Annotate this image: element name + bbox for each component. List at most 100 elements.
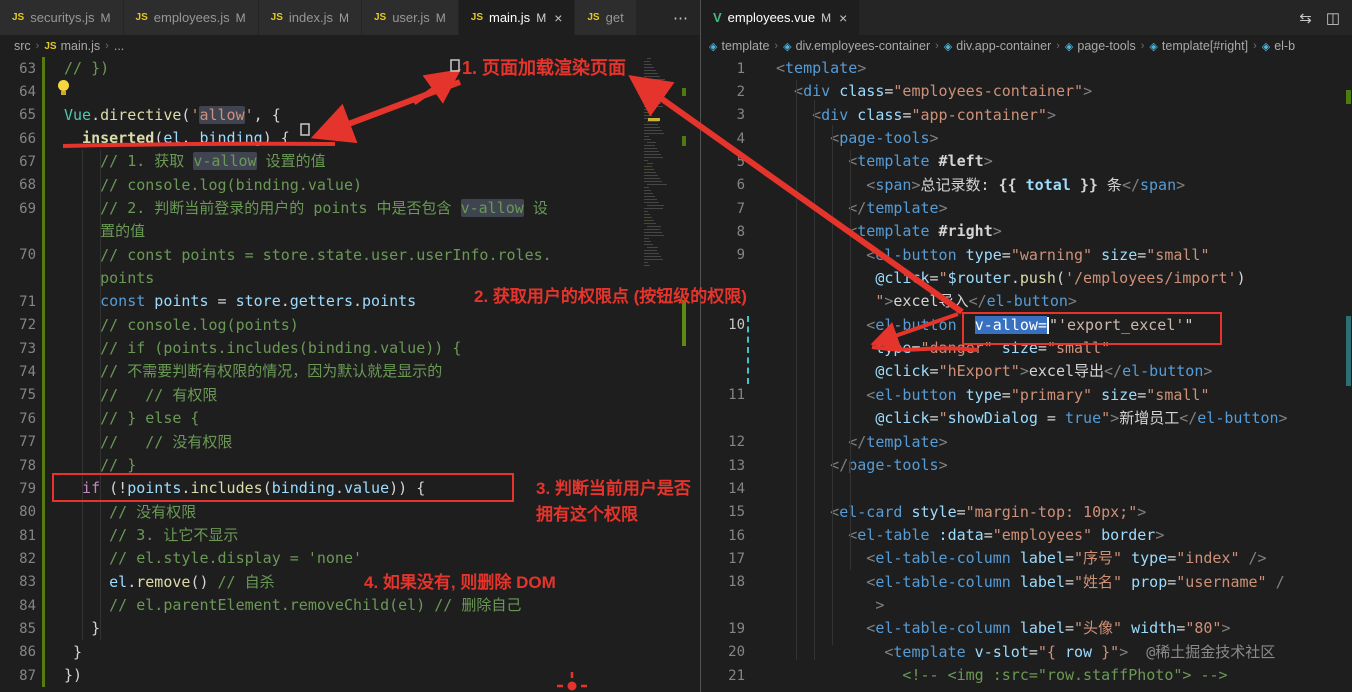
code-line-5[interactable]: 5 <template #left> xyxy=(701,150,1352,173)
tab-main-js[interactable]: JS main.js M × xyxy=(458,0,576,35)
tab-securitys-js[interactable]: JS securitys.js M xyxy=(0,0,124,35)
code-line-64[interactable]: 64 xyxy=(0,80,700,104)
code-line-20[interactable]: 20 <template v-slot="{ row }"> @稀土掘金技术社区 xyxy=(701,641,1352,664)
code-line-1[interactable]: 1 <template> xyxy=(701,57,1352,80)
line-number[interactable]: 19 xyxy=(701,621,745,637)
code-line-82[interactable]: 82 // el.style.display = 'none' xyxy=(0,547,700,571)
line-number[interactable]: 68 xyxy=(0,177,36,193)
code-line-65[interactable]: 65 Vue.directive('allow', { xyxy=(0,103,700,128)
git-compare-icon[interactable]: ⇆ xyxy=(1299,9,1312,27)
code-line-wrap[interactable]: @click="$router.push('/employees/import'… xyxy=(701,267,1352,290)
code-line-12[interactable]: 12 </template> xyxy=(701,431,1352,454)
code-line-14[interactable]: 14 xyxy=(701,477,1352,500)
line-number[interactable]: 2 xyxy=(701,84,745,100)
line-number[interactable]: 78 xyxy=(0,458,36,474)
breadcrumb-item-div-employees-container[interactable]: ◈ div.employees-container xyxy=(783,39,930,53)
line-number[interactable]: 8 xyxy=(701,224,745,240)
code-line-17[interactable]: 17 <el-table-column label="序号" type="ind… xyxy=(701,547,1352,570)
code-line-68[interactable]: 68 // console.log(binding.value) xyxy=(0,173,700,198)
line-number[interactable]: 72 xyxy=(0,317,36,333)
line-number[interactable]: 67 xyxy=(0,154,36,170)
code-line-70[interactable]: 70 // const points = store.state.user.us… xyxy=(0,243,700,268)
line-number[interactable]: 10 xyxy=(701,317,745,333)
right-editor-employees-vue[interactable]: 1 <template> 2 <div class="employees-conta… xyxy=(701,57,1352,692)
lightbulb-icon[interactable] xyxy=(58,80,69,95)
line-number[interactable]: 70 xyxy=(0,247,36,263)
breadcrumb-item-template-right-[interactable]: ◈ template[#right] xyxy=(1149,39,1248,53)
line-number[interactable]: 76 xyxy=(0,411,36,427)
line-number[interactable]: 21 xyxy=(701,668,745,684)
line-number[interactable]: 11 xyxy=(701,387,745,403)
line-number[interactable]: 13 xyxy=(701,458,745,474)
code-line-67[interactable]: 67 // 1. 获取 v-allow 设置的值 xyxy=(0,150,700,174)
line-number[interactable]: 81 xyxy=(0,528,36,544)
code-line-87[interactable]: 87}) xyxy=(0,663,700,688)
code-line-4[interactable]: 4 <page-tools> xyxy=(701,127,1352,150)
line-number[interactable]: 4 xyxy=(701,131,745,147)
code-line-wrap[interactable]: @click="hExport">excel导出</el-button> xyxy=(701,360,1352,383)
code-line-2[interactable]: 2 <div class="employees-container"> xyxy=(701,80,1352,103)
left-editor-main-js[interactable]: 63 // }) 64 65 Vue.directive('allow', {66 in… xyxy=(0,57,700,692)
code-line-74[interactable]: 74 // 不需要判断有权限的情况，因为默认就是显示的 xyxy=(0,360,700,384)
more-actions-icon[interactable]: ⋯ xyxy=(673,9,688,27)
code-line-77[interactable]: 77 // // 没有权限 xyxy=(0,430,700,454)
line-number[interactable]: 14 xyxy=(701,481,745,497)
line-number[interactable]: 85 xyxy=(0,621,36,637)
line-number[interactable]: 77 xyxy=(0,434,36,450)
line-number[interactable]: 83 xyxy=(0,574,36,590)
code-line-wrap[interactable]: 置的值 xyxy=(0,220,700,244)
breadcrumb-item-src[interactable]: src xyxy=(14,39,31,53)
line-number[interactable]: 5 xyxy=(701,154,745,170)
code-line-wrap[interactable]: @click="showDialog = true">新增员工</el-butt… xyxy=(701,407,1352,430)
tab-user-js[interactable]: JS user.js M xyxy=(361,0,459,35)
line-number[interactable]: 82 xyxy=(0,551,36,567)
code-line-7[interactable]: 7 </template> xyxy=(701,197,1352,220)
breadcrumb-item-div-app-container[interactable]: ◈ div.app-container xyxy=(944,39,1051,53)
breadcrumb-item-page-tools[interactable]: ◈ page-tools xyxy=(1065,39,1136,53)
code-line-wrap[interactable]: ">excel导入</el-button> xyxy=(701,290,1352,313)
line-number[interactable]: 16 xyxy=(701,528,745,544)
line-number[interactable]: 80 xyxy=(0,504,36,520)
line-number[interactable]: 87 xyxy=(0,668,36,684)
code-line-19[interactable]: 19 <el-table-column label="头像" width="80… xyxy=(701,617,1352,640)
line-number[interactable]: 9 xyxy=(701,247,745,263)
tab-index-js[interactable]: JS index.js M xyxy=(258,0,362,35)
code-line-wrap[interactable]: > xyxy=(701,594,1352,617)
line-number[interactable]: 6 xyxy=(701,177,745,193)
code-line-81[interactable]: 81 // 3. 让它不显示 xyxy=(0,523,700,548)
breadcrumb-item-el-b[interactable]: ◈ el-b xyxy=(1262,39,1295,53)
code-line-76[interactable]: 76 // } else { xyxy=(0,407,700,431)
line-number[interactable]: 18 xyxy=(701,574,745,590)
line-number[interactable]: 17 xyxy=(701,551,745,567)
code-line-11[interactable]: 11 <el-button type="primary" size="small… xyxy=(701,384,1352,407)
line-number[interactable]: 84 xyxy=(0,598,36,614)
code-line-16[interactable]: 16 <el-table :data="employees" border> xyxy=(701,524,1352,547)
close-tab-icon[interactable]: × xyxy=(554,10,562,26)
line-number[interactable]: 66 xyxy=(0,131,36,147)
line-number[interactable]: 7 xyxy=(701,201,745,217)
line-number[interactable]: 64 xyxy=(0,84,36,100)
code-line-15[interactable]: 15 <el-card style="margin-top: 10px;"> xyxy=(701,501,1352,524)
line-number[interactable]: 12 xyxy=(701,434,745,450)
breadcrumb-item-main-js[interactable]: JS main.js xyxy=(44,39,100,53)
right-breadcrumb[interactable]: ◈ template › ◈ div.employees-container › ◈ div.… xyxy=(701,35,1352,57)
tab-employees-js[interactable]: JS employees.js M xyxy=(123,0,259,35)
line-number[interactable]: 71 xyxy=(0,294,36,310)
code-line-72[interactable]: 72 // console.log(points) xyxy=(0,313,700,338)
line-number[interactable]: 1 xyxy=(701,61,745,77)
code-line-8[interactable]: 8 <template #right> xyxy=(701,220,1352,243)
split-editor-icon[interactable]: ◫ xyxy=(1326,9,1340,27)
line-number[interactable]: 65 xyxy=(0,107,36,123)
close-tab-icon[interactable]: × xyxy=(839,10,847,26)
line-number[interactable]: 74 xyxy=(0,364,36,380)
line-number[interactable]: 69 xyxy=(0,201,36,217)
minimap[interactable] xyxy=(644,58,667,403)
code-line-21[interactable]: 21 <!-- <img :src="row.staffPhoto"> --> xyxy=(701,664,1352,687)
line-number[interactable]: 86 xyxy=(0,644,36,660)
code-line-84[interactable]: 84 // el.parentElement.removeChild(el) /… xyxy=(0,593,700,618)
code-line-66[interactable]: 66 inserted(el, binding) { xyxy=(0,127,700,151)
code-line-75[interactable]: 75 // // 有权限 xyxy=(0,383,700,408)
pane-divider[interactable] xyxy=(700,0,701,692)
breadcrumb-item--[interactable]: ... xyxy=(114,39,124,53)
code-line-85[interactable]: 85 } xyxy=(0,617,700,641)
